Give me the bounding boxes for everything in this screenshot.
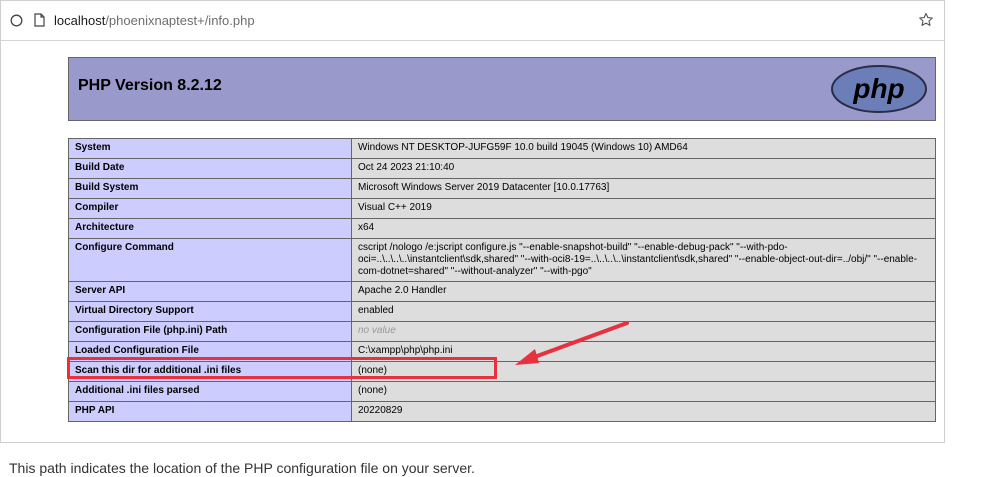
row-key: Additional .ini files parsed [68, 381, 352, 402]
row-key: Configuration File (php.ini) Path [68, 321, 352, 342]
table-row: Build System Microsoft Windows Server 201… [68, 178, 936, 199]
table-row: Architecture x64 [68, 218, 936, 239]
row-value: 20220829 [351, 401, 936, 422]
row-key: Build Date [68, 158, 352, 179]
browser-window: localhost/phoenixnaptest+/info.php PHP V… [0, 0, 945, 443]
row-value: Windows NT DESKTOP-JUFG59F 10.0 build 19… [351, 138, 936, 159]
highlight-box [67, 357, 497, 379]
php-logo-text: php [852, 73, 904, 104]
row-value: Visual C++ 2019 [351, 198, 936, 219]
row-value: (none) [351, 381, 936, 402]
table-row: Virtual Directory Support enabled [68, 301, 936, 322]
table-row: Build Date Oct 24 2023 21:10:40 [68, 158, 936, 179]
row-key: Compiler [68, 198, 352, 219]
table-row: System Windows NT DESKTOP-JUFG59F 10.0 bu… [68, 138, 936, 159]
bookmark-star-icon[interactable] [918, 12, 934, 28]
row-key: PHP API [68, 401, 352, 422]
table-row: Compiler Visual C++ 2019 [68, 198, 936, 219]
row-key: Architecture [68, 218, 352, 239]
row-value: x64 [351, 218, 936, 239]
url-text[interactable]: localhost/phoenixnaptest+/info.php [54, 12, 255, 29]
arrow-annotation-icon [515, 321, 629, 365]
page-icon [34, 13, 45, 27]
row-key: System [68, 138, 352, 159]
row-value: Apache 2.0 Handler [351, 281, 936, 302]
row-key: Configure Command [68, 238, 352, 282]
php-info-table: System Windows NT DESKTOP-JUFG59F 10.0 bu… [68, 138, 936, 422]
address-bar[interactable]: localhost/phoenixnaptest+/info.php [1, 1, 944, 41]
shield-icon[interactable] [10, 14, 23, 27]
caption-text: This path indicates the location of the … [9, 460, 475, 476]
table-row: PHP API 20220829 [68, 401, 936, 422]
row-value: Microsoft Windows Server 2019 Datacenter… [351, 178, 936, 199]
row-key: Server API [68, 281, 352, 302]
php-version-title: PHP Version 8.2.12 [78, 77, 222, 94]
php-logo: php [831, 65, 927, 113]
table-row: Configuration File (php.ini) Path no valu… [68, 321, 936, 342]
row-key: Build System [68, 178, 352, 199]
php-version-header: PHP Version 8.2.12 php [68, 57, 936, 121]
url-path: /phoenixnaptest+/info.php [105, 13, 255, 28]
row-value: cscript /nologo /e:jscript configure.js … [351, 238, 936, 282]
row-value-empty: no value [358, 325, 396, 336]
table-row: Additional .ini files parsed (none) [68, 381, 936, 402]
row-value: enabled [351, 301, 936, 322]
row-key: Virtual Directory Support [68, 301, 352, 322]
url-host: localhost [54, 13, 106, 28]
table-row: Configure Command cscript /nologo /e:jscr… [68, 238, 936, 282]
row-value: Oct 24 2023 21:10:40 [351, 158, 936, 179]
table-row: Server API Apache 2.0 Handler [68, 281, 936, 302]
row-value: no value [351, 321, 936, 342]
